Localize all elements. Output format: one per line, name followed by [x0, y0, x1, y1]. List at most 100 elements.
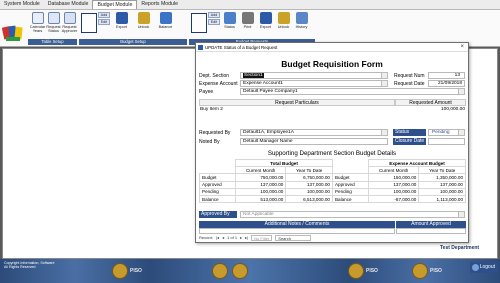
expense-ytd-value: 137,000.00 — [418, 180, 466, 189]
request-edit-button[interactable]: Edit — [208, 19, 220, 25]
request-print-button[interactable]: Print — [239, 11, 256, 29]
history-icon — [295, 12, 308, 24]
request-status-update-button[interactable]: Status — [221, 11, 238, 29]
department-label: Test Department — [440, 245, 480, 251]
row-label: Approved — [331, 180, 369, 189]
tab-budget-module[interactable]: Budget Module — [92, 0, 138, 9]
tab-reports-module[interactable]: Reports Module — [137, 0, 182, 9]
footer-note: Copyright Information, Software All Righ… — [4, 261, 55, 269]
expense-current-month-value: -87,000.00 — [367, 194, 420, 204]
logout-button[interactable]: Logout — [470, 262, 498, 273]
first-record-icon[interactable]: |◂ — [216, 234, 219, 241]
unlock-icon — [277, 12, 290, 24]
tab-system-module[interactable]: System Module — [0, 0, 44, 9]
particulars-header: Request Particulars — [199, 99, 395, 106]
status-field[interactable]: Pending — [428, 129, 465, 136]
last-record-icon[interactable]: ▸| — [245, 234, 248, 241]
app-logo-icon — [2, 25, 23, 41]
search-input[interactable]: Search — [275, 234, 312, 241]
payee-field[interactable]: Default Payee Company1 — [240, 88, 465, 95]
amount-approved-field[interactable] — [396, 228, 466, 234]
seal-icon — [348, 263, 364, 279]
request-date-label: Request Date — [394, 81, 425, 87]
unlock-icon — [137, 12, 150, 24]
row-label: Budget — [199, 173, 236, 182]
record-position: 1 of 1 — [227, 235, 238, 240]
approver-icon — [63, 12, 76, 24]
requested-amount-header: Requested Amount — [395, 99, 466, 106]
total-budget-header: Total Budget — [235, 158, 333, 168]
total-current-month-value: 750,000.00 — [234, 173, 287, 182]
table-row: Pending 100,000.00 100,000.00 Pending 10… — [199, 187, 466, 196]
budget-details-table: Total Budget Expense Account Budget Curr… — [199, 158, 467, 204]
current-month-header: Current Month — [234, 166, 287, 175]
requested-amount-value[interactable]: 100,000.00 — [396, 107, 465, 112]
seal-icon — [412, 263, 428, 279]
dialog-title: UPDATE Status of a Budget Request — [205, 45, 278, 50]
form-icon — [198, 45, 203, 50]
total-current-month-value: 100,000.00 — [234, 187, 287, 196]
request-num-field[interactable]: 13 — [428, 72, 465, 79]
approved-by-field[interactable]: Not Applicable — [240, 211, 465, 218]
request-history-button[interactable]: History — [293, 11, 310, 29]
group-title-table-setup: Table Setup — [28, 39, 77, 45]
group-title-budget-setup: Budget Setup — [79, 39, 187, 45]
expense-current-month-value: 150,000.00 — [367, 173, 420, 182]
print-icon — [241, 12, 254, 24]
close-icon[interactable]: × — [460, 43, 464, 52]
noted-by-field[interactable]: Default Manager Name — [240, 138, 388, 145]
budget-edit-button[interactable]: Edit — [98, 19, 110, 25]
filter-indicator[interactable]: No Filter — [251, 234, 273, 241]
total-current-month-value: 513,000.00 — [234, 194, 287, 204]
particulars-value[interactable]: Buy Item 2 — [200, 107, 223, 112]
table-row: Budget 750,000.00 6,750,000.00 Budget 15… — [199, 173, 466, 182]
request-unlock-button[interactable]: Unlock — [275, 11, 292, 29]
request-status-icon — [47, 12, 60, 24]
group-table-setup: Calendar Years Request Status Request Ap… — [28, 10, 77, 46]
row-label: Balance — [331, 194, 369, 204]
budget-unlock-button[interactable]: Unlock — [133, 11, 154, 29]
brand-label: PISO — [430, 268, 442, 274]
form-title: Budget Requisition Form — [281, 59, 383, 69]
prev-record-icon[interactable]: ◂ — [222, 234, 224, 241]
balance-icon — [159, 12, 172, 24]
dept-section-label: Dept. Section — [199, 73, 230, 79]
supporting-details-title: Supporting Department Section Budget Det… — [267, 150, 397, 157]
payee-label: Payee — [199, 89, 214, 95]
calendar-years-button[interactable]: Calendar Years — [30, 11, 45, 33]
table-row: Approved 137,000.00 137,000.00 Approved … — [199, 180, 466, 189]
current-month-header: Current Month — [367, 166, 420, 175]
brand-label: PISO — [130, 268, 142, 274]
next-record-icon[interactable]: ▸ — [240, 234, 242, 241]
expense-current-month-value: 100,000.00 — [367, 187, 420, 196]
request-export-button[interactable]: Export — [257, 11, 274, 29]
budget-add-button[interactable]: Add — [98, 12, 110, 18]
footer-note-line2: All Rights Reserved — [4, 265, 36, 269]
request-status-button[interactable]: Request Status — [46, 11, 61, 33]
status-icon — [223, 12, 236, 24]
group-budget-setup: Add Edit Export Unlock Balance Budget Se… — [79, 10, 187, 46]
row-label: Approved — [199, 180, 236, 189]
request-add-button[interactable]: Add — [208, 12, 220, 18]
request-approver-button[interactable]: Request Approver — [62, 11, 77, 33]
calendar-icon — [31, 12, 44, 24]
amount-approved-header: Amount Approved — [396, 221, 466, 228]
budget-balance-button[interactable]: Balance — [155, 11, 176, 29]
expense-ytd-value: 1,113,000.00 — [418, 194, 466, 204]
budget-export-button[interactable]: Export — [111, 11, 132, 29]
dept-section-field[interactable]: Section1 — [240, 72, 388, 79]
total-ytd-value: 6,513,000.00 — [285, 194, 333, 204]
requested-by-field[interactable]: Default1A, Employee1A — [240, 129, 388, 136]
request-num-label: Request Num — [394, 73, 425, 79]
export-icon — [259, 12, 272, 24]
expense-ytd-value: 1,350,000.00 — [418, 173, 466, 182]
record-label: Record: — [199, 235, 214, 240]
logout-icon — [472, 264, 479, 271]
year-to-date-header: Year To Date — [418, 166, 466, 175]
expense-account-field[interactable]: Expense Account1 — [240, 80, 388, 87]
tab-database-module[interactable]: Database Module — [44, 0, 93, 9]
request-date-field[interactable]: 21/09/2018 — [428, 80, 465, 87]
table-row: Balance 513,000.00 6,513,000.00 Balance … — [199, 194, 466, 204]
record-navigator: Record: |◂ ◂ 1 of 1 ▸ ▸| No Filter Searc… — [197, 234, 312, 241]
closure-date-field[interactable] — [428, 138, 465, 145]
